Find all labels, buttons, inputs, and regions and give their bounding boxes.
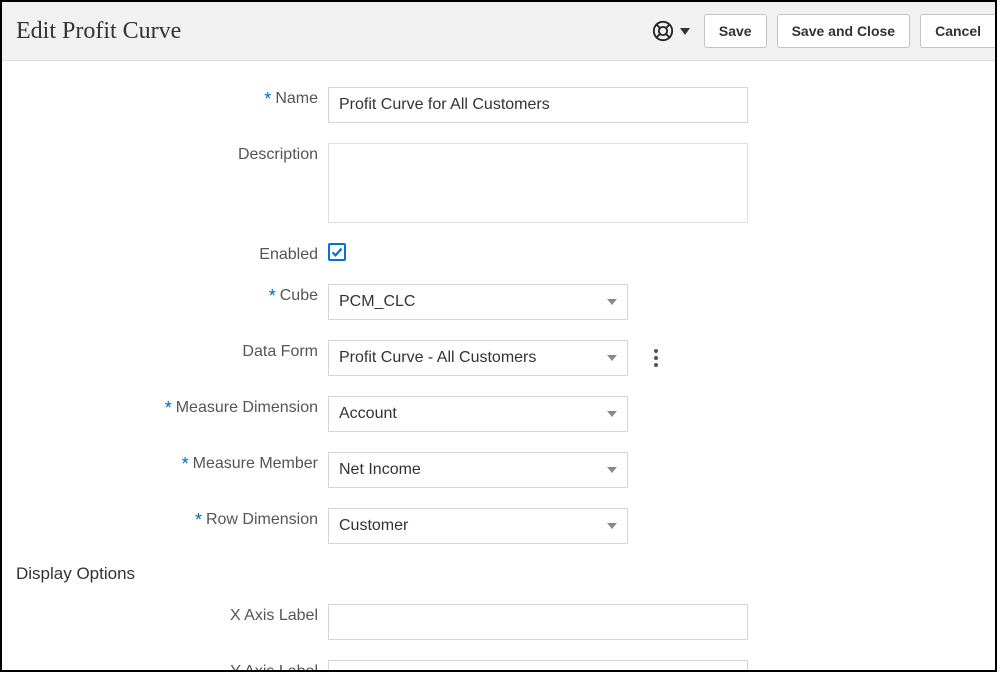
display-options-section-title: Display Options xyxy=(16,564,981,584)
required-indicator: * xyxy=(264,94,271,104)
data-form-actions-menu[interactable] xyxy=(650,345,662,371)
required-indicator: * xyxy=(195,515,202,525)
chevron-down-icon xyxy=(607,355,617,361)
enabled-checkbox[interactable] xyxy=(328,243,346,261)
measure-member-select[interactable]: Net Income xyxy=(328,452,628,488)
name-input[interactable] xyxy=(328,87,748,123)
form-body: * Name Description Enabled xyxy=(2,61,995,670)
y-axis-label-lbl: Y Axis Label xyxy=(230,663,318,670)
cube-select[interactable]: PCM_CLC xyxy=(328,284,628,320)
life-preserver-icon xyxy=(652,20,674,42)
enabled-label: Enabled xyxy=(259,246,318,264)
chevron-down-icon xyxy=(607,411,617,417)
checkmark-icon xyxy=(331,246,343,258)
chevron-down-icon xyxy=(607,467,617,473)
chevron-down-icon xyxy=(607,299,617,305)
required-indicator: * xyxy=(165,403,172,413)
x-axis-label-input[interactable] xyxy=(328,604,748,640)
cancel-button[interactable]: Cancel xyxy=(920,14,995,48)
header-actions: Save Save and Close Cancel xyxy=(652,14,995,48)
row-dimension-select[interactable]: Customer xyxy=(328,508,628,544)
page-header: Edit Profit Curve Save Save and Close Ca… xyxy=(2,2,995,61)
measure-member-select-value: Net Income xyxy=(339,461,421,479)
x-axis-label-lbl: X Axis Label xyxy=(230,607,318,625)
required-indicator: * xyxy=(269,291,276,301)
y-axis-label-input[interactable] xyxy=(328,660,748,670)
cube-select-value: PCM_CLC xyxy=(339,293,415,311)
measure-dimension-label: Measure Dimension xyxy=(176,399,318,417)
save-button[interactable]: Save xyxy=(704,14,767,48)
cube-label: Cube xyxy=(280,287,318,305)
save-and-close-button[interactable]: Save and Close xyxy=(777,14,911,48)
data-form-label: Data Form xyxy=(242,343,318,361)
measure-dimension-select[interactable]: Account xyxy=(328,396,628,432)
description-label: Description xyxy=(238,146,318,164)
measure-dimension-select-value: Account xyxy=(339,405,397,423)
help-menu-button[interactable] xyxy=(652,20,690,42)
measure-member-label: Measure Member xyxy=(193,455,318,473)
required-indicator: * xyxy=(182,459,189,469)
data-form-select[interactable]: Profit Curve - All Customers xyxy=(328,340,628,376)
description-input[interactable] xyxy=(328,143,748,223)
name-label: Name xyxy=(275,90,318,108)
page-title: Edit Profit Curve xyxy=(16,18,181,45)
data-form-select-value: Profit Curve - All Customers xyxy=(339,349,536,367)
row-dimension-select-value: Customer xyxy=(339,517,408,535)
chevron-down-icon xyxy=(607,523,617,529)
chevron-down-icon xyxy=(680,28,690,35)
row-dimension-label: Row Dimension xyxy=(206,511,318,529)
